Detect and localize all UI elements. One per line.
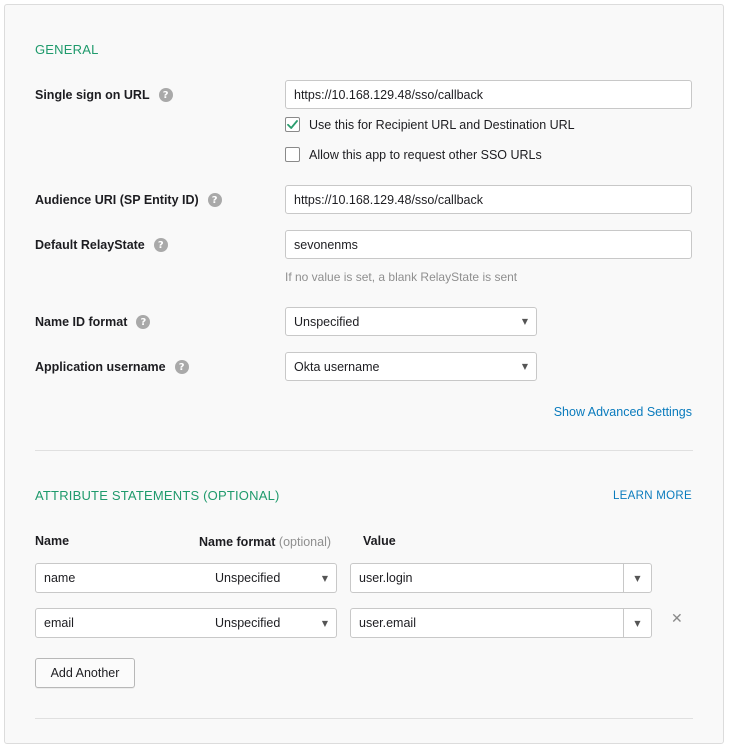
other-sso-checkbox[interactable] xyxy=(285,147,300,162)
name-id-format-value: Unspecified xyxy=(294,314,360,329)
audience-uri-input[interactable]: https://10.168.129.48/sso/callback xyxy=(285,185,692,214)
learn-more-link[interactable]: LEARN MORE xyxy=(613,490,692,502)
relay-state-label: Default RelayState xyxy=(35,238,145,252)
caret-down-icon: ▼ xyxy=(521,317,528,326)
question-mark-icon[interactable]: ? xyxy=(136,315,151,329)
name-id-format-select[interactable]: Unspecified ▼ xyxy=(285,307,537,336)
caret-down-icon: ▼ xyxy=(634,573,641,583)
question-mark-icon[interactable]: ? xyxy=(158,88,173,102)
audience-uri-label-group: Audience URI (SP Entity ID) ? xyxy=(35,192,222,208)
relay-state-value: sevonenms xyxy=(294,237,358,252)
sso-url-input[interactable]: https://10.168.129.48/sso/callback xyxy=(285,80,692,109)
attribute-format-value: Unspecified xyxy=(215,571,281,585)
caret-down-icon: ▼ xyxy=(634,618,641,628)
app-username-label-group: Application username ? xyxy=(35,359,189,375)
question-mark-icon[interactable]: ? xyxy=(153,238,168,252)
audience-uri-value: https://10.168.129.48/sso/callback xyxy=(294,192,484,207)
general-section-title: GENERAL xyxy=(35,42,99,57)
attribute-statements-title: ATTRIBUTE STATEMENTS (OPTIONAL) xyxy=(35,488,280,503)
relay-state-label-group: Default RelayState ? xyxy=(35,237,168,253)
recipient-url-option[interactable]: Use this for Recipient URL and Destinati… xyxy=(285,117,575,132)
app-username-value: Okta username xyxy=(294,359,380,374)
column-header-value: Value xyxy=(363,534,396,548)
question-mark-icon[interactable]: ? xyxy=(174,360,189,374)
attribute-name-input[interactable]: name xyxy=(35,563,208,593)
name-id-format-label-group: Name ID format ? xyxy=(35,314,151,330)
section-divider xyxy=(35,718,693,719)
column-header-name-format: Name format (optional) xyxy=(199,535,331,549)
name-format-header-label: Name format xyxy=(199,535,276,549)
sso-url-value: https://10.168.129.48/sso/callback xyxy=(294,87,484,102)
optional-label: (optional) xyxy=(278,535,332,549)
audience-uri-label: Audience URI (SP Entity ID) xyxy=(35,193,199,207)
attribute-format-select[interactable]: Unspecified ▼ xyxy=(207,608,337,638)
caret-down-icon: ▼ xyxy=(521,362,528,371)
attribute-value-combobox[interactable]: user.email ▼ xyxy=(350,608,652,638)
section-divider xyxy=(35,450,693,451)
relay-state-input[interactable]: sevonenms xyxy=(285,230,692,259)
show-advanced-settings-link[interactable]: Show Advanced Settings xyxy=(554,405,692,419)
caret-down-icon: ▼ xyxy=(321,573,328,583)
attribute-format-select[interactable]: Unspecified ▼ xyxy=(207,563,337,593)
attribute-format-value: Unspecified xyxy=(215,616,281,630)
question-mark-icon[interactable]: ? xyxy=(207,193,222,207)
attribute-value: user.login xyxy=(359,571,413,585)
value-dropdown-button[interactable]: ▼ xyxy=(623,564,651,592)
checkmark-icon xyxy=(287,120,298,129)
sso-url-label: Single sign on URL xyxy=(35,88,150,102)
add-another-button[interactable]: Add Another xyxy=(35,658,135,688)
other-sso-option[interactable]: Allow this app to request other SSO URLs xyxy=(285,147,542,162)
attribute-name-value: email xyxy=(44,616,74,630)
column-header-name: Name xyxy=(35,534,70,548)
relay-state-hint: If no value is set, a blank RelayState i… xyxy=(285,270,518,284)
sso-url-label-group: Single sign on URL ? xyxy=(35,87,173,103)
name-id-format-label: Name ID format xyxy=(35,315,128,329)
recipient-url-checkbox[interactable] xyxy=(285,117,300,132)
attribute-value-combobox[interactable]: user.login ▼ xyxy=(350,563,652,593)
value-dropdown-button[interactable]: ▼ xyxy=(623,609,651,637)
recipient-url-checkbox-label: Use this for Recipient URL and Destinati… xyxy=(309,117,575,132)
close-icon[interactable]: ✕ xyxy=(671,611,683,627)
attribute-name-input[interactable]: email xyxy=(35,608,208,638)
caret-down-icon: ▼ xyxy=(321,618,328,628)
app-username-select[interactable]: Okta username ▼ xyxy=(285,352,537,381)
app-username-label: Application username xyxy=(35,360,166,374)
attribute-name-value: name xyxy=(44,571,76,585)
other-sso-checkbox-label: Allow this app to request other SSO URLs xyxy=(309,147,542,162)
attribute-value: user.email xyxy=(359,616,416,630)
